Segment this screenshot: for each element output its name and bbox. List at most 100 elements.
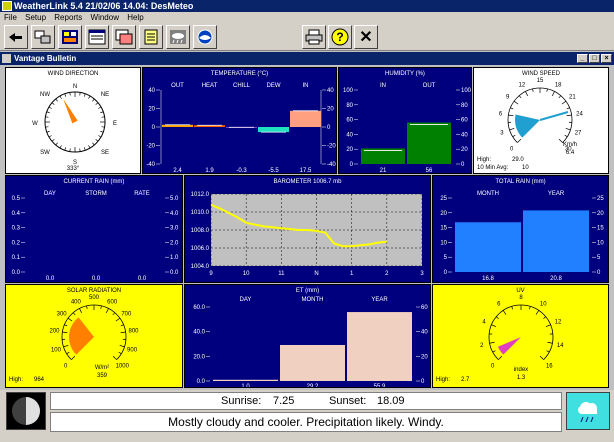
compass-tick xyxy=(83,93,86,97)
barometer-chart: 1012.0 1010.0 1008.0 1006.0 1004.09 10 11 N 1 2 3 xyxy=(191,192,425,277)
solar-tick xyxy=(115,317,121,322)
solar-high-label: High: xyxy=(9,377,24,383)
temp-tick-left: -20 xyxy=(146,144,155,150)
wind-speed-tick xyxy=(508,114,514,117)
temp-tick-left: 20 xyxy=(148,107,155,113)
compass-tick xyxy=(55,98,58,102)
hum-value: 56 xyxy=(426,168,433,174)
rain-tick-left: 0.2 xyxy=(12,240,21,246)
temp-bar xyxy=(290,110,321,127)
wind-avg-value: 10 xyxy=(522,165,529,171)
uv-value: 1.3 xyxy=(517,375,526,381)
solar-tick xyxy=(66,351,70,355)
wind-speed-tick-label: 21 xyxy=(569,94,576,100)
menu-setup[interactable]: Setup xyxy=(25,13,46,22)
compass-tick xyxy=(88,145,91,149)
compass-tick xyxy=(64,93,67,97)
current-rain-chart: 0.5 0.4 0.3 0.2 0.1 0.0 5.0 4.0 3.0 2.0 1.0 0.0 DAY 0… xyxy=(12,191,179,282)
menu-file[interactable]: File xyxy=(4,13,17,22)
sunrise-value: 7.25 xyxy=(273,395,295,407)
temp-tick-right: -20 xyxy=(327,144,336,150)
compass-tick xyxy=(46,111,50,114)
solar-gauge: 0 100 200 300400 500 600700 800 900 1000 W/m² 359 xyxy=(49,295,139,379)
et-panel: ET (mm) 60.0 40.0 20.0 0.0 60 40 20 0 DAY 1.0 MONT… xyxy=(184,284,431,388)
solar-tick xyxy=(71,355,76,360)
wind-compass: N NE E SE S SW W NW xyxy=(32,84,117,166)
menu-window[interactable]: Window xyxy=(91,13,119,22)
temp-tick-right: -40 xyxy=(327,162,336,168)
summary-button[interactable] xyxy=(58,25,82,49)
bulletin-title-bar: Vantage Bulletin _ □ × xyxy=(0,52,614,65)
wind-speed-panel: WIND SPEED 0 3 6 9 12 15 18 21 24 27 30 Km/h 6.4 Hig… xyxy=(473,67,609,174)
close-icon: ✕ xyxy=(359,29,373,46)
temp-column-label: IN xyxy=(303,83,309,89)
bottom-bar: Sunrise: 7.25 Sunset: 18.09 Mostly cloud… xyxy=(0,390,614,442)
bulletin-title: Vantage Bulletin xyxy=(14,54,77,63)
compass-ne: NE xyxy=(101,92,109,98)
print-button[interactable] xyxy=(302,25,326,49)
et-chart: 60.0 40.0 20.0 0.0 60 40 20 0 DAY 1.0 MONTH 29.2 YEA… xyxy=(193,297,428,387)
menu-help[interactable]: Help xyxy=(127,13,143,22)
weather-report-button[interactable] xyxy=(166,25,190,49)
solar-value: 359 xyxy=(97,373,108,379)
total-rain-tick-right: 20 xyxy=(597,211,604,217)
uv-tick-label: 6 xyxy=(497,302,501,308)
temp-tick-right: 0 xyxy=(327,125,331,131)
download-button[interactable] xyxy=(4,25,28,49)
humidity-panel: HUMIDITY (%) 100 80 60 40 20 0 100 80 60 40 20 0 IN 2… xyxy=(338,67,472,174)
rain-tick-right: 5.0 xyxy=(170,196,179,202)
minimize-button[interactable]: _ xyxy=(577,54,588,63)
hum-tick-right: 0 xyxy=(461,162,465,168)
temperature-chart: 40 20 0 -20 -40 40 20 0 -20 -40 OUT 2.4 HEAT 1.9 CHILL… xyxy=(146,83,336,173)
compass-tick xyxy=(100,130,104,133)
wind-speed-tick-label: 18 xyxy=(555,82,562,88)
et-tick-right: 0 xyxy=(421,379,425,385)
connect-button[interactable] xyxy=(31,25,55,49)
baro-y-tick: 1012.0 xyxy=(191,192,210,198)
compass-tick xyxy=(55,142,58,146)
help-button[interactable]: ? xyxy=(328,25,352,49)
total-rain-chart: 25 20 15 10 5 0 25 20 15 10 5 0 MONTH 16.8 YEAR 20.8 xyxy=(440,191,604,282)
menu-reports[interactable]: Reports xyxy=(54,13,82,22)
solar-tick xyxy=(112,312,116,316)
wind-speed-tick-label: 0 xyxy=(510,146,514,152)
wind-speed-tick-label: 15 xyxy=(537,78,544,84)
hum-tick-right: 80 xyxy=(461,103,468,109)
solar-fill xyxy=(68,317,94,355)
et-column-label: MONTH xyxy=(302,297,324,303)
browse-button[interactable] xyxy=(85,25,109,49)
baro-x-tick: 9 xyxy=(209,271,213,277)
total-rain-panel: TOTAL RAIN (mm) 25 20 15 10 5 0 25 20 15 10 5 0 MONT… xyxy=(432,175,609,283)
maximize-button[interactable]: □ xyxy=(589,54,600,63)
close-app-button[interactable]: ✕ xyxy=(354,25,378,49)
rain-tick-right: 3.0 xyxy=(170,226,179,232)
solar-tick xyxy=(63,345,69,348)
hum-tick-right: 60 xyxy=(461,118,468,124)
rain-tick-right: 1.0 xyxy=(170,255,179,261)
wind-speed-tick-label: 9 xyxy=(506,94,510,100)
total-rain-tick-left: 20 xyxy=(440,211,447,217)
compass-tick xyxy=(45,126,49,128)
total-rain-value: 16.8 xyxy=(482,276,494,282)
et-tick-right: 20 xyxy=(421,354,428,360)
et-bar xyxy=(280,344,345,381)
wind-speed-tick xyxy=(513,100,519,105)
compass-tick xyxy=(51,139,55,142)
noaa-button[interactable] xyxy=(193,25,217,49)
solar-tick-label: 1000 xyxy=(116,363,130,369)
compass-sw: SW xyxy=(40,150,50,156)
et-tick-left: 40.0 xyxy=(193,330,205,336)
moon-phase-icon xyxy=(12,397,40,425)
toolbar: ? ✕ xyxy=(0,23,614,51)
graph-button[interactable] xyxy=(112,25,136,49)
temp-tick-right: 20 xyxy=(327,107,334,113)
solar-tick xyxy=(86,305,88,309)
compass-tick xyxy=(92,98,95,102)
wind-direction-needle xyxy=(63,98,78,124)
et-tick-left: 0.0 xyxy=(197,379,206,385)
close-button[interactable]: × xyxy=(601,54,612,63)
wind-speed-value: 6.4 xyxy=(566,150,575,156)
browse-icon xyxy=(88,29,106,45)
uv-tick xyxy=(539,355,544,360)
notepad-button[interactable] xyxy=(139,25,163,49)
